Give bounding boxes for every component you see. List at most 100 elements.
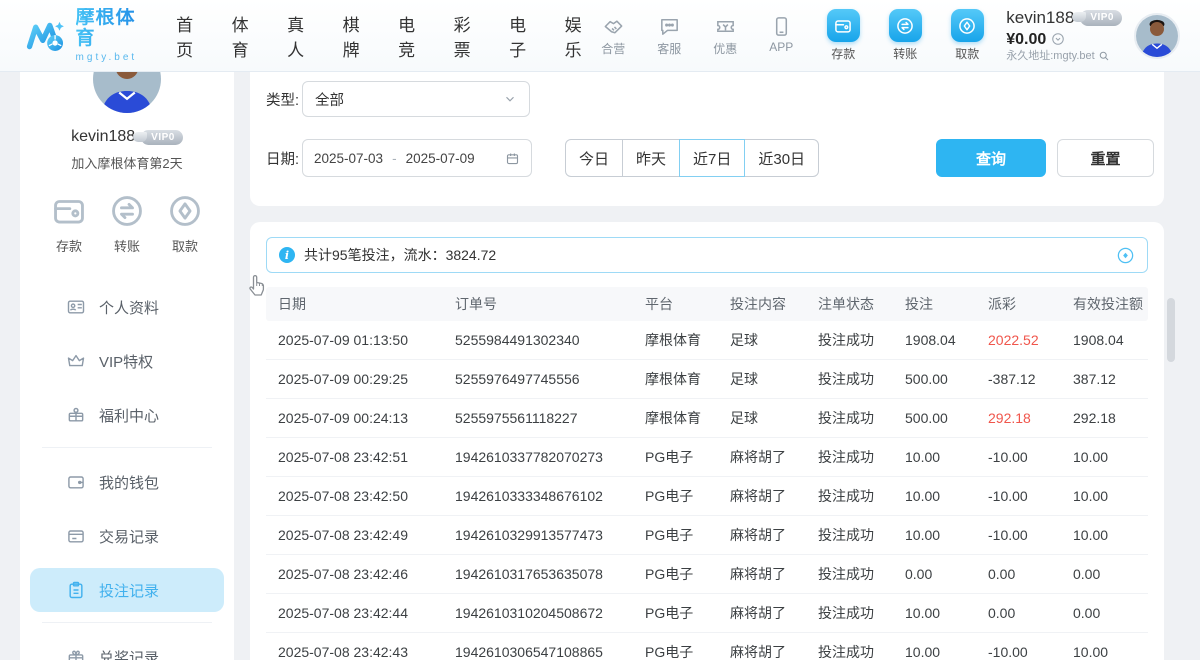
wallet-action-0[interactable]: 存款	[820, 9, 866, 62]
sidebar-divider	[42, 447, 212, 448]
type-filter-label: 类型:	[266, 89, 302, 110]
search-icon[interactable]	[1098, 50, 1110, 62]
sidebar-item-5[interactable]: 交易记录	[30, 514, 224, 558]
table-row: 2025-07-09 00:24:135255975561118227摩根体育足…	[266, 399, 1148, 438]
table-cell: 投注成功	[818, 330, 905, 350]
balance-refresh-icon[interactable]	[1051, 32, 1065, 46]
range-button-2[interactable]: 近7日	[679, 139, 745, 177]
table-cell: PG电子	[645, 564, 730, 584]
sidebar-item-4[interactable]: 我的钱包	[30, 460, 224, 504]
table-cell: 麻将胡了	[730, 447, 818, 467]
wallet-action-label: 取款	[955, 45, 979, 62]
calendar-icon	[505, 151, 520, 166]
table-cell: 2025-07-08 23:42:44	[266, 605, 455, 621]
type-select[interactable]: 全部	[302, 81, 530, 117]
logo-subtitle: mgty.bet	[76, 52, 147, 63]
expand-icon[interactable]	[1116, 246, 1135, 265]
nav-item-4[interactable]: 电竞	[398, 11, 426, 61]
quicklink-3[interactable]: APP	[760, 15, 802, 57]
sidebar-item-0[interactable]: 个人资料	[30, 285, 224, 329]
sidebar-item-label: 投注记录	[99, 580, 159, 601]
table-cell: PG电子	[645, 642, 730, 660]
sidebar-action-0[interactable]: 存款	[50, 192, 88, 255]
type-select-value: 全部	[315, 89, 344, 110]
sidebar-item-8[interactable]: 兑奖记录	[30, 635, 224, 660]
table-cell: 0.00	[905, 566, 988, 582]
range-button-0[interactable]: 今日	[565, 139, 623, 177]
table-cell: 2025-07-08 23:42:49	[266, 527, 455, 543]
range-button-3[interactable]: 近30日	[744, 139, 819, 177]
profile-icon	[66, 297, 86, 317]
nav-item-1[interactable]: 体育	[232, 11, 260, 61]
table-cell: 2022.52	[988, 332, 1073, 348]
bets-icon	[66, 580, 86, 600]
table-cell: 5255975561118227	[455, 410, 645, 426]
table-row: 2025-07-08 23:42:491942610329913577473PG…	[266, 516, 1148, 555]
table-cell: 10.00	[905, 527, 988, 543]
sidebar-item-6[interactable]: 投注记录	[30, 568, 224, 612]
table-header-cell: 订单号	[455, 294, 645, 314]
table-cell: 麻将胡了	[730, 525, 818, 545]
username[interactable]: kevin188	[1006, 8, 1074, 28]
table-cell: 292.18	[1073, 410, 1148, 426]
table-cell: PG电子	[645, 486, 730, 506]
redeem-icon	[66, 647, 86, 660]
nav-item-6[interactable]: 电子	[509, 11, 537, 61]
scrollbar-thumb[interactable]	[1167, 298, 1175, 362]
quicklink-2[interactable]: 优惠	[704, 15, 746, 57]
quicklink-label: 合营	[601, 40, 625, 57]
withdraw-icon	[166, 192, 204, 230]
query-button[interactable]: 查询	[936, 139, 1046, 177]
table-header-cell: 投注	[905, 294, 988, 314]
quicklink-0[interactable]: 合营	[592, 15, 634, 57]
sidebar-item-label: VIP特权	[99, 351, 153, 372]
permanent-address: 永久地址:mgty.bet	[1006, 50, 1094, 63]
vip-badge: VIP0	[1080, 10, 1122, 26]
table-cell: 投注成功	[818, 564, 905, 584]
table-cell: 投注成功	[818, 447, 905, 467]
sidebar-action-2[interactable]: 取款	[166, 192, 204, 255]
table-cell: 500.00	[905, 410, 988, 426]
quicklink-label: 优惠	[713, 40, 737, 57]
bet-records-panel: i 共计95笔投注，流水：3824.72 日期订单号平台投注内容注单状态投注派彩…	[250, 222, 1164, 660]
table-header-cell: 平台	[645, 294, 730, 314]
sidebar-item-label: 交易记录	[99, 526, 159, 547]
sidebar-item-2[interactable]: 福利中心	[30, 393, 224, 437]
sidebar-action-1[interactable]: 转账	[108, 192, 146, 255]
wallet-action-2[interactable]: 取款	[944, 9, 990, 62]
table-cell: 0.00	[988, 566, 1073, 582]
range-button-1[interactable]: 昨天	[622, 139, 680, 177]
main-nav-menu: 首页体育真人棋牌电竞彩票电子娱乐	[176, 11, 592, 61]
reset-button[interactable]: 重置	[1057, 139, 1154, 177]
wallet-action-1[interactable]: 转账	[882, 9, 928, 62]
quicklink-1[interactable]: 客服	[648, 15, 690, 57]
sidebar-action-label: 存款	[56, 236, 82, 255]
user-info-block: kevin188 VIP0 ¥0.00 永久地址:mgty.bet	[1006, 8, 1122, 63]
nav-item-2[interactable]: 真人	[287, 11, 315, 61]
brand-logo[interactable]: 摩根体育 mgty.bet	[26, 8, 146, 63]
nav-item-5[interactable]: 彩票	[454, 11, 482, 61]
table-header-cell: 日期	[266, 294, 455, 314]
table-cell: 足球	[730, 408, 818, 428]
sidebar-join-text: 加入摩根体育第2天	[20, 153, 234, 172]
table-body: 2025-07-09 01:13:505255984491302340摩根体育足…	[250, 321, 1164, 660]
table-cell: 2025-07-08 23:42:51	[266, 449, 455, 465]
date-range-input[interactable]: 2025-07-03 - 2025-07-09	[302, 139, 532, 177]
table-cell: 500.00	[905, 371, 988, 387]
nav-item-0[interactable]: 首页	[176, 11, 204, 61]
user-avatar[interactable]	[1134, 13, 1180, 59]
promo-ticket-icon	[714, 15, 737, 38]
table-cell: 1942610310204508672	[455, 605, 645, 621]
sidebar-username: kevin188	[71, 128, 135, 146]
nav-item-7[interactable]: 娱乐	[565, 11, 593, 61]
table-cell: 1942610329913577473	[455, 527, 645, 543]
sidebar-item-1[interactable]: VIP特权	[30, 339, 224, 383]
date-start-value: 2025-07-03	[314, 151, 383, 166]
table-cell: 10.00	[905, 449, 988, 465]
nav-item-3[interactable]: 棋牌	[343, 11, 371, 61]
table-cell: -10.00	[988, 644, 1073, 660]
table-row: 2025-07-08 23:42:431942610306547108865PG…	[266, 633, 1148, 660]
table-cell: 10.00	[1073, 488, 1148, 504]
wallet-actions: 存款 转账 取款	[820, 9, 990, 62]
table-cell: 1942610333348676102	[455, 488, 645, 504]
